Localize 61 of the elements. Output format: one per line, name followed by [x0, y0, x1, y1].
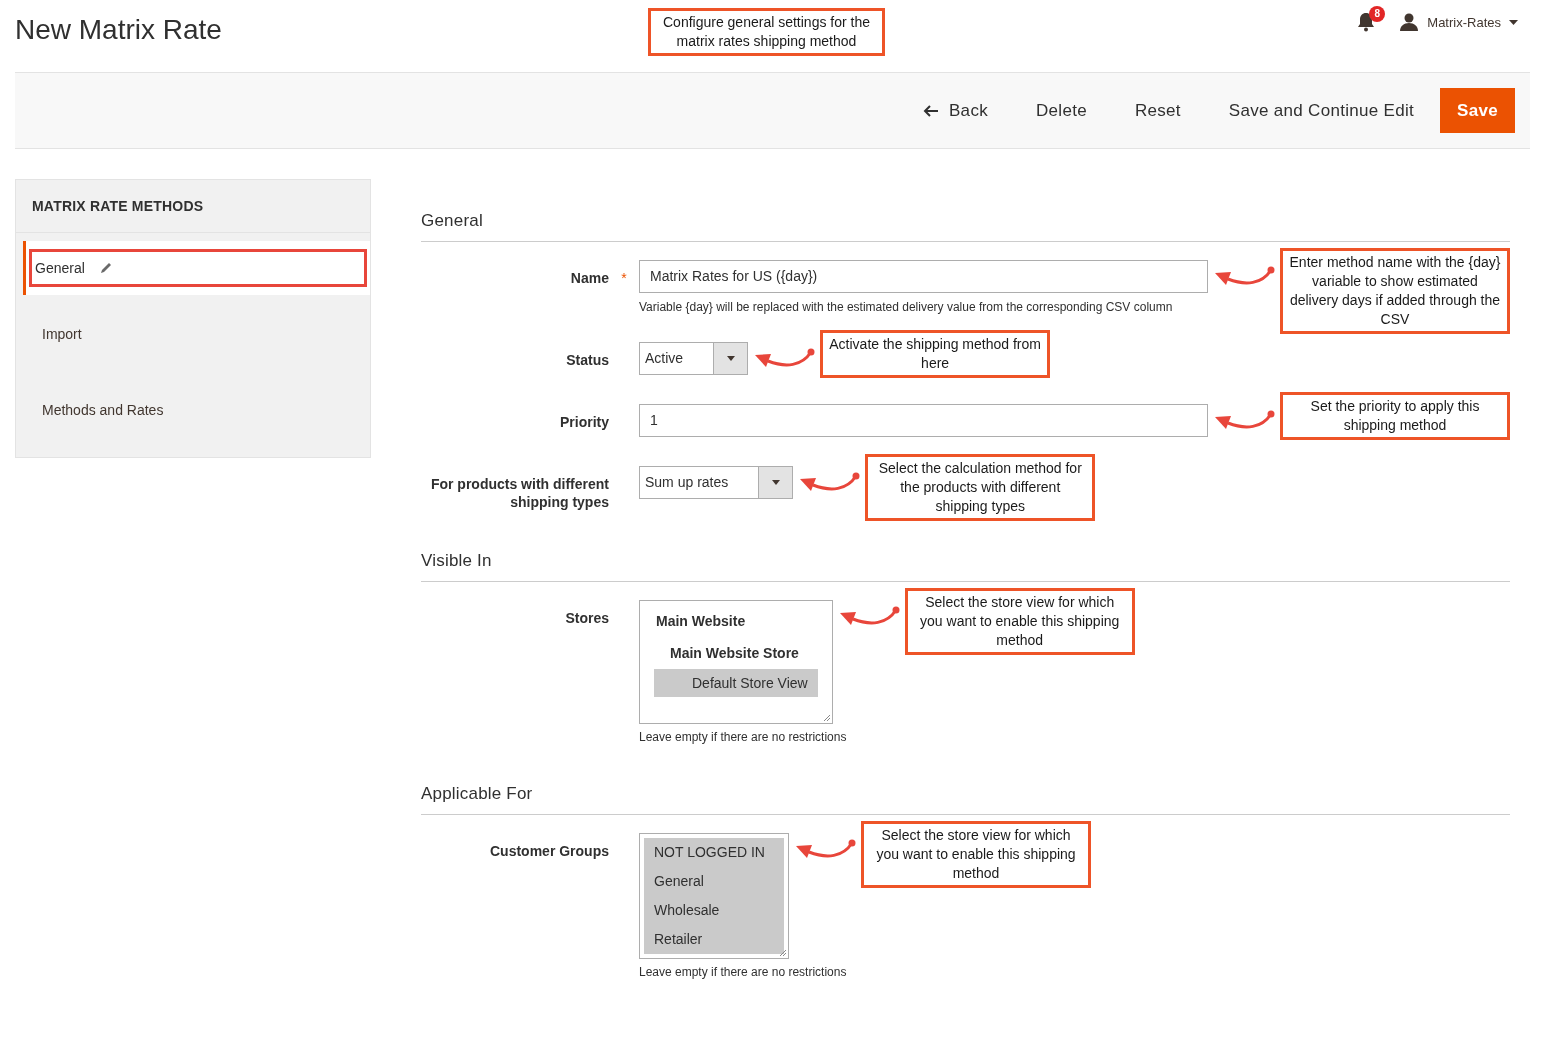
annotation-arrow: [1215, 266, 1275, 285]
sidebar-item[interactable]: Import: [23, 305, 370, 363]
dropdown[interactable]: Sum up rates: [639, 466, 794, 499]
user-menu[interactable]: Matrix-Rates: [1399, 13, 1518, 31]
list-option[interactable]: Retailer: [644, 925, 784, 954]
annotation-arrow: [755, 348, 815, 367]
notification-badge: 8: [1369, 6, 1386, 22]
section-title: Visible In: [421, 551, 1510, 582]
user-icon: [1399, 13, 1420, 31]
user-name: Matrix-Rates: [1427, 14, 1501, 30]
action-button[interactable]: Save and Continue Edit: [1206, 88, 1437, 133]
sidebar-item[interactable]: Methods and Rates: [23, 381, 370, 439]
list-option[interactable]: Main Website Store: [654, 637, 818, 669]
action-button[interactable]: Delete: [1014, 88, 1109, 133]
field-note: Leave empty if there are no restrictions: [639, 730, 847, 744]
list-option[interactable]: NOT LOGGED IN: [644, 838, 784, 867]
callout-note: Enter method name with the {day} variable to show estimated delivery days if added through the CSV: [1280, 248, 1510, 334]
list-option[interactable]: General: [644, 867, 784, 896]
annotation-arrow: [800, 472, 860, 491]
field-label: Priority: [559, 413, 609, 432]
multiselect-list[interactable]: Main Website Main Website Store Default Store View: [639, 600, 833, 724]
list-option[interactable]: Wholesale: [644, 896, 784, 925]
field-label: Stores: [564, 609, 609, 628]
section-title: General: [421, 211, 1510, 242]
dropdown[interactable]: Active: [639, 342, 749, 375]
callout-note: Set the priority to apply this shipping method: [1280, 392, 1510, 440]
resize-handle-icon: [822, 714, 831, 722]
input-field[interactable]: Matrix Rates for US ({day}): [639, 260, 1208, 293]
input-field[interactable]: 1: [639, 404, 1208, 437]
field-note: Variable {day} will be replaced with the estimated delivery value from the corresponding CSV column: [639, 300, 1173, 314]
annotation-arrow: [839, 606, 900, 625]
pencil-icon: [98, 261, 113, 275]
callout-note: Select the store view for which you want to enable this shipping method: [861, 821, 1091, 888]
callout-note: Select the store view for which you want to enable this shipping method: [904, 588, 1135, 655]
notification-bell-icon: [1357, 12, 1376, 32]
sidebar-title: MATRIX RATE METHODS: [16, 180, 370, 233]
field-label: Name: [569, 269, 609, 288]
list-option[interactable]: Default Store View: [654, 669, 818, 697]
multiselect-list[interactable]: NOT LOGGED IN General Wholesale Retailer: [639, 833, 789, 959]
caret-icon: [1509, 19, 1518, 25]
list-option[interactable]: Main Website: [654, 605, 818, 637]
caret-icon: [726, 356, 735, 361]
annotation-arrow: [796, 839, 856, 858]
resize-handle-icon: [779, 949, 787, 957]
annotation-arrow: [1215, 410, 1275, 429]
sidebar-item[interactable]: General: [23, 241, 370, 295]
caret-icon: [771, 480, 780, 485]
callout-note: Select the calculation method for the products with different shipping types: [865, 454, 1096, 521]
field-label: For products with different shipping types: [429, 475, 609, 511]
back-arrow-icon: [923, 104, 939, 117]
save-button[interactable]: Save: [1440, 88, 1515, 133]
action-button[interactable]: Reset: [1112, 88, 1203, 133]
page-title: New Matrix Rate: [15, 14, 223, 46]
field-label: Customer Groups: [489, 842, 609, 861]
field-note: Leave empty if there are no restrictions: [639, 965, 847, 979]
section-title: Applicable For: [421, 784, 1510, 815]
back-button[interactable]: Back: [901, 88, 1010, 133]
required-mark: *: [621, 270, 627, 286]
callout-note: Activate the shipping method from here: [820, 330, 1051, 378]
callout-note: Configure general settings for the matrix rates shipping method: [648, 8, 885, 56]
field-label: Status: [565, 351, 609, 370]
